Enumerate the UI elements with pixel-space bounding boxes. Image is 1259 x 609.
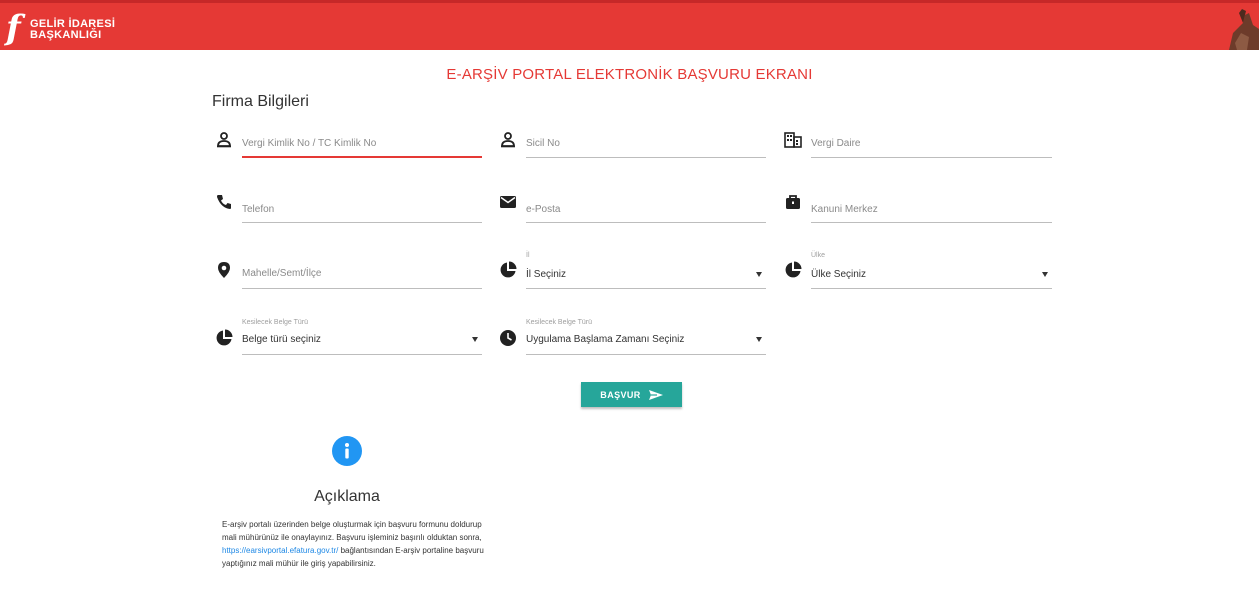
il-value: İl Seçiniz [526,269,567,280]
basvur-button-label: BAŞVUR [600,389,641,400]
belge-turu-select[interactable]: Kesilecek Belge Türü Belge türü seçiniz [214,317,482,355]
person-icon [214,130,234,150]
mahalle-placeholder: Mahelle/Semt/İlçe [242,268,322,279]
send-icon [648,389,663,400]
vkn-underline [242,156,482,158]
il-underline [526,288,766,289]
baslama-zamani-label: Kesilecek Belge Türü [526,319,593,326]
section-title: Firma Bilgileri [212,93,309,110]
pie-chart-icon [783,260,803,280]
info-icon [332,436,362,466]
baslama-zamani-underline [526,354,766,355]
logo-f-mark: f [6,8,21,48]
briefcase-icon [783,192,803,212]
page-title: E-ARŞİV PORTAL ELEKTRONİK BAŞVURU EKRANI [446,66,813,83]
vkn-field[interactable]: Vergi Kimlik No / TC Kimlik No [214,125,482,158]
il-label: İl [526,252,530,259]
telefon-field[interactable]: Telefon [214,190,482,223]
chevron-down-icon [472,337,478,342]
person-icon [498,130,518,150]
vergi-daire-placeholder: Vergi Daire [811,138,861,149]
ulke-value: Ülke Seçiniz [811,269,867,280]
belge-turu-value: Belge türü seçiniz [242,334,321,345]
clock-icon [498,328,518,348]
statue-image [1199,3,1259,50]
info-title: Açıklama [314,488,380,505]
phone-icon [214,192,234,212]
vergi-daire-underline [811,157,1052,158]
ulke-label: Ülke [811,252,826,259]
kanuni-merkez-field[interactable]: Kanuni Merkez [783,190,1052,223]
vkn-placeholder: Vergi Kimlik No / TC Kimlik No [242,138,377,149]
info-text: E-arşiv portalı üzerinden belge oluşturm… [222,518,486,570]
building-icon [783,130,803,150]
sicil-field[interactable]: Sicil No [498,125,766,158]
sicil-underline [526,157,766,158]
il-select[interactable]: İl İl Seçiniz [498,250,766,289]
mail-icon [498,192,518,212]
vergi-daire-field[interactable]: Vergi Daire [783,125,1052,158]
chevron-down-icon [1042,272,1048,277]
kanuni-merkez-underline [811,222,1052,223]
pie-chart-icon [498,260,518,280]
baslama-zamani-select[interactable]: Kesilecek Belge Türü Uygulama Başlama Za… [498,317,766,355]
belge-turu-underline [242,354,482,355]
belge-turu-label: Kesilecek Belge Türü [242,319,309,326]
kanuni-merkez-placeholder: Kanuni Merkez [811,204,878,215]
logo-line-2: BAŞKANLIĞI [30,29,102,41]
telefon-placeholder: Telefon [242,204,275,215]
basvur-button[interactable]: BAŞVUR [581,382,682,407]
pie-chart-icon [214,328,234,348]
baslama-zamani-value: Uygulama Başlama Zamanı Seçiniz [526,334,685,345]
location-pin-icon [214,260,234,280]
chevron-down-icon [756,272,762,277]
info-text-before: E-arşiv portalı üzerinden belge oluşturm… [222,520,482,542]
ulke-select[interactable]: Ülke Ülke Seçiniz [783,250,1052,289]
eposta-underline [526,222,766,223]
header-bar: f GELİR İDARESİ BAŞKANLIĞI [0,0,1259,50]
telefon-underline [242,222,482,223]
mahalle-underline [242,288,482,289]
eposta-placeholder: e-Posta [526,204,561,215]
earsiv-portal-link[interactable]: https://earsivportal.efatura.gov.tr/ [222,546,338,555]
chevron-down-icon [756,337,762,342]
sicil-placeholder: Sicil No [526,138,560,149]
mahalle-field[interactable]: Mahelle/Semt/İlçe [214,256,482,289]
ulke-underline [811,288,1052,289]
eposta-field[interactable]: e-Posta [498,190,766,223]
